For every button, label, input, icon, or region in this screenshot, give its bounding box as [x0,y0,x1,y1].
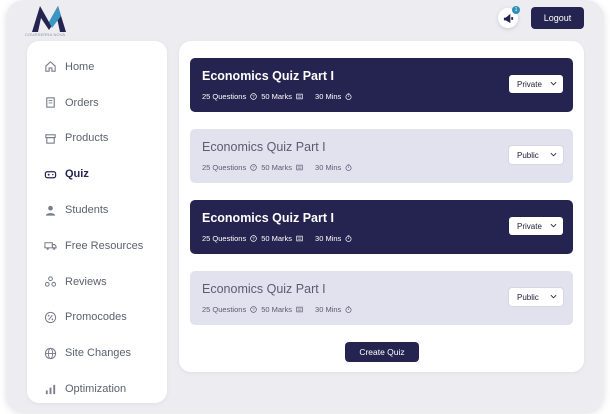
quiz-duration: 30 Mins [315,92,342,101]
quiz-duration: 30 Mins [315,163,342,172]
sidebar-item-reviews[interactable]: Reviews [27,264,167,300]
visibility-select[interactable]: Private [509,217,563,235]
quiz-marks: 50 Marks [261,163,293,172]
sidebar-item-label: Home [65,60,95,73]
chevron-down-icon [550,294,557,299]
students-icon [44,204,57,217]
svg-text:?: ? [252,236,255,241]
help-circle-icon: ? [250,306,257,313]
sidebar-item-label: Products [65,132,109,145]
quiz-card[interactable]: Economics Quiz Part I 25 Questions ? 50 … [190,129,573,183]
visibility-select[interactable]: Public [509,146,563,164]
truck-icon [44,239,57,252]
sidebar-item-products[interactable]: Products [27,121,167,157]
visibility-value: Private [517,79,542,89]
quiz-meta: 25 Questions ? 50 Marks 30 Mins [202,163,561,172]
quiz-icon [44,168,57,181]
help-circle-icon: ? [250,164,257,171]
quiz-meta: 25 Questions ? 50 Marks 30 Mins [202,234,561,243]
chart-icon [44,383,57,396]
scorecard-icon [296,306,303,313]
sidebar-item-site-changes[interactable]: Site Changes [27,335,167,371]
help-circle-icon: ? [250,235,257,242]
quiz-marks: 50 Marks [261,234,293,243]
notification-button[interactable]: 1 [498,6,520,28]
scorecard-icon [296,235,303,242]
sidebar-item-optimization[interactable]: Optimization [27,371,167,407]
stopwatch-icon [345,93,352,100]
quiz-meta: 25 Questions ? 50 Marks 30 Mins [202,92,561,101]
quiz-title: Economics Quiz Part I [202,211,334,225]
svg-text:?: ? [252,307,255,312]
sidebar-item-label: Optimization [65,383,127,396]
sidebar-item-free-resources[interactable]: Free Resources [27,228,167,264]
logo-text: COURSERRA NOVA [25,32,66,37]
chevron-down-icon [550,152,557,157]
sidebar-item-label: Free Resources [65,239,144,252]
quiz-marks: 50 Marks [261,305,293,314]
chevron-down-icon [550,223,557,228]
visibility-select[interactable]: Private [509,75,563,93]
stopwatch-icon [345,306,352,313]
sidebar-item-label: Quiz [65,168,89,181]
sidebar-item-students[interactable]: Students [27,192,167,228]
quiz-card[interactable]: Economics Quiz Part I 25 Questions ? 50 … [190,58,573,112]
sidebar-item-label: Site Changes [65,347,132,360]
quiz-card[interactable]: Economics Quiz Part I 25 Questions ? 50 … [190,200,573,254]
sidebar-item-label: Orders [65,96,99,109]
create-quiz-button[interactable]: Create Quiz [345,342,419,362]
visibility-value: Private [517,221,542,231]
scorecard-icon [296,93,303,100]
percent-icon [44,311,57,324]
sidebar-item-home[interactable]: Home [27,49,167,85]
quiz-title: Economics Quiz Part I [202,69,334,83]
scorecard-icon [296,164,303,171]
sidebar-item-quiz[interactable]: Quiz [27,156,167,192]
home-icon [44,60,57,73]
quiz-title: Economics Quiz Part I [202,282,326,296]
quiz-duration: 30 Mins [315,234,342,243]
quiz-questions: 25 Questions [202,92,247,101]
quiz-questions: 25 Questions [202,163,247,172]
quiz-title: Economics Quiz Part I [202,140,326,154]
orders-icon [44,96,57,109]
sidebar-item-promocodes[interactable]: Promocodes [27,300,167,336]
quiz-questions: 25 Questions [202,234,247,243]
sidebar-item-label: Reviews [65,275,107,288]
products-icon [44,132,57,145]
quiz-questions: 25 Questions [202,305,247,314]
quiz-meta: 25 Questions ? 50 Marks 30 Mins [202,305,561,314]
quiz-duration: 30 Mins [315,305,342,314]
app-window: COURSERRA NOVA 1 Logout Home Orders Prod… [6,0,604,412]
logout-button[interactable]: Logout [531,7,584,29]
visibility-value: Public [517,292,539,302]
visibility-value: Public [517,150,539,160]
quiz-card[interactable]: Economics Quiz Part I 25 Questions ? 50 … [190,271,573,325]
reviews-icon [44,275,57,288]
notification-badge: 1 [512,6,520,14]
stopwatch-icon [345,164,352,171]
svg-text:?: ? [252,94,255,99]
quiz-panel: Economics Quiz Part I 25 Questions ? 50 … [179,41,584,372]
sidebar-item-orders[interactable]: Orders [27,85,167,121]
chevron-down-icon [550,81,557,86]
megaphone-icon [503,13,513,23]
sidebar-item-label: Promocodes [65,311,127,324]
globe-icon [44,347,57,360]
sidebar-item-label: Students [65,204,109,217]
help-circle-icon: ? [250,93,257,100]
svg-text:?: ? [252,165,255,170]
quiz-marks: 50 Marks [261,92,293,101]
visibility-select[interactable]: Public [509,288,563,306]
sidebar: Home Orders Products Quiz Students Free … [27,41,167,403]
stopwatch-icon [345,235,352,242]
brand-logo [32,6,66,32]
